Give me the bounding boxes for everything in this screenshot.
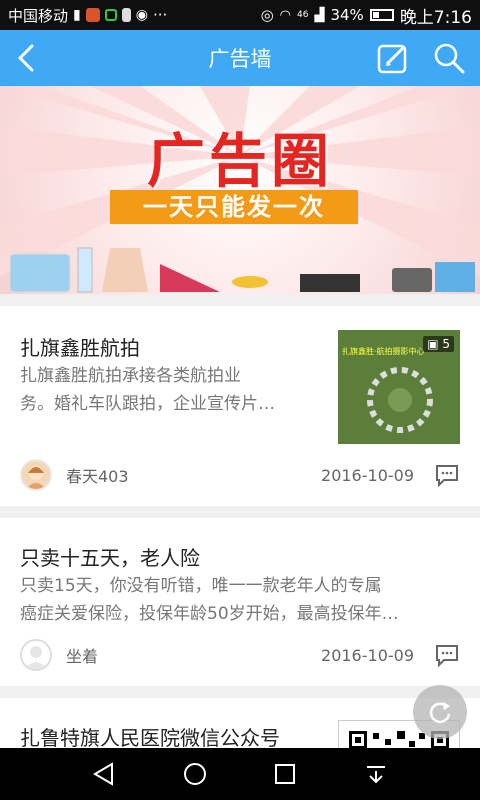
network-type: 46 xyxy=(297,10,309,20)
author-name[interactable]: 坐着 xyxy=(66,643,98,667)
image-count-badge: ▣ 5 xyxy=(423,336,454,352)
post-title: 只卖十五天，老人险 xyxy=(20,546,200,570)
comment-icon[interactable] xyxy=(434,642,460,668)
nav-recents-icon[interactable] xyxy=(271,760,299,788)
avatar[interactable] xyxy=(20,639,52,671)
wechat-icon: ◉ xyxy=(135,7,148,23)
app-notification-icon xyxy=(85,8,100,22)
clock: 晚上7:16 xyxy=(399,7,472,28)
post-card[interactable]: 只卖十五天，老人险 只卖15天，你没有听错，唯一一款老年人的专属 癌症关爱保险，… xyxy=(0,518,480,686)
app-header: 广告墙 xyxy=(0,30,480,86)
post-title: 扎旗鑫胜航拍 xyxy=(20,336,140,360)
cell-signal-icon: ▟ xyxy=(314,7,325,23)
banner-title: 广告圈 xyxy=(146,127,333,195)
page-title: 广告墙 xyxy=(208,47,272,71)
nav-home-icon[interactable] xyxy=(181,760,209,788)
post-desc-line1: 只卖15天，你没有听错，唯一一款老年人的专属 xyxy=(20,576,382,596)
battery-icon xyxy=(369,9,394,21)
battery-percent: 34% xyxy=(330,6,364,24)
lock-icon xyxy=(104,9,117,21)
post-card[interactable]: 扎鲁特旗人民医院微信公众号 xyxy=(0,698,480,748)
more-notifications: ··· xyxy=(152,6,168,24)
post-card[interactable]: 扎旗鑫胜航拍 扎旗鑫胜航拍承接各类航拍业 务。婚礼车队跟拍，企业宣传片… 扎旗鑫… xyxy=(0,306,480,506)
post-meta: 春天403 2016-10-09 xyxy=(20,458,460,492)
post-date: 2016-10-09 xyxy=(321,465,414,485)
post-title: 扎鲁特旗人民医院微信公众号 xyxy=(20,726,280,748)
banner-subtitle: 一天只能发一次 xyxy=(110,190,358,224)
comment-icon[interactable] xyxy=(434,462,460,488)
nav-back-icon[interactable] xyxy=(90,760,118,788)
signal-icon: ▮ xyxy=(73,7,81,23)
post-date: 2016-10-09 xyxy=(321,645,414,665)
avatar[interactable] xyxy=(20,459,52,491)
search-icon[interactable] xyxy=(432,41,466,75)
sim-icon xyxy=(121,8,131,22)
system-nav-bar xyxy=(0,748,480,800)
post-thumbnail[interactable]: 扎旗鑫胜·航拍摄影中心 ▣ 5 xyxy=(338,330,460,444)
refresh-button[interactable] xyxy=(413,685,467,739)
author-name[interactable]: 春天403 xyxy=(66,463,129,487)
post-meta: 坐着 2016-10-09 xyxy=(20,638,460,672)
nav-notifications-icon[interactable] xyxy=(362,760,390,788)
status-bar: 中国移动 ▮ ◉ ··· ◎ ◠ 46 ▟ 34% 晚上7:16 xyxy=(0,0,480,30)
banner-products-illustration xyxy=(9,247,475,293)
post-desc-line2: 癌症关爱保险，投保年龄50岁开始，最高投保年… xyxy=(20,604,399,624)
post-desc-line1: 扎旗鑫胜航拍承接各类航拍业 xyxy=(20,366,241,386)
eye-icon: ◎ xyxy=(260,6,274,24)
back-icon[interactable] xyxy=(10,40,46,76)
carrier-label: 中国移动 xyxy=(8,6,69,25)
refresh-icon xyxy=(429,702,451,723)
wifi-icon: ◠ xyxy=(279,7,292,23)
compose-icon[interactable] xyxy=(376,41,410,75)
post-desc-line2: 务。婚礼车队跟拍，企业宣传片… xyxy=(20,394,275,414)
ad-banner[interactable]: 广告圈 一天只能发一次 xyxy=(0,86,480,294)
